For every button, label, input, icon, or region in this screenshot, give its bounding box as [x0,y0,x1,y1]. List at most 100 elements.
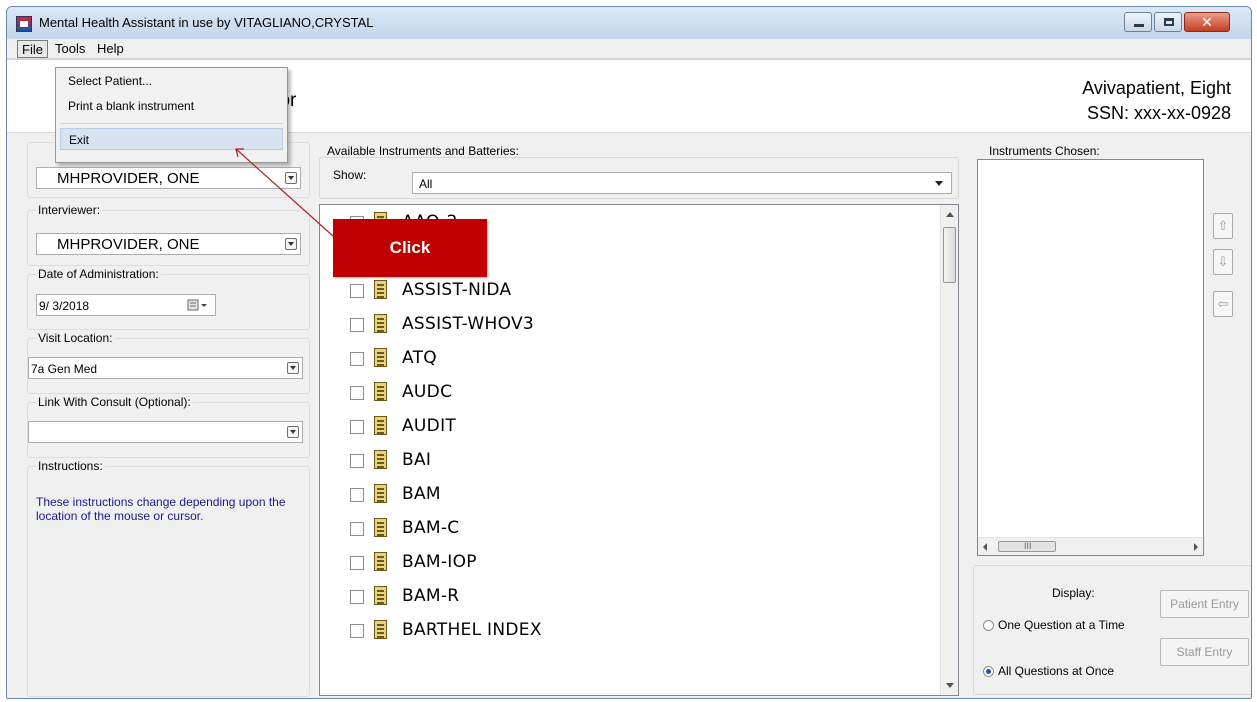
display-panel: Display: One Question at a Time All Ques… [973,565,1251,695]
visit-location-combo[interactable]: 7a Gen Med [28,357,303,379]
menu-help[interactable]: Help [93,40,128,58]
instrument-checkbox[interactable] [350,284,364,298]
vertical-scrollbar[interactable] [940,205,958,695]
scroll-right-icon[interactable] [1194,543,1198,551]
document-icon [374,552,387,571]
interviewer-group: Interviewer: MHPROVIDER, ONE [27,203,310,266]
instrument-label: AUDC [402,382,453,402]
radio-button[interactable] [983,620,994,631]
arrow-up-icon: ⇧ [1217,218,1229,233]
list-item[interactable]: BAM-C [350,515,910,545]
list-item[interactable]: BAM [350,481,910,511]
radio-one-question[interactable]: One Question at a Time [983,618,1125,632]
title-bar[interactable]: Mental Health Assistant in use by VITAGL… [7,7,1251,39]
interviewer-value: MHPROVIDER, ONE [57,236,200,253]
app-window: Mental Health Assistant in use by VITAGL… [6,6,1252,699]
date-picker[interactable]: 9/ 3/2018 [36,294,216,316]
menu-file[interactable]: File [17,40,48,58]
instrument-checkbox[interactable] [350,386,364,400]
instrument-checkbox[interactable] [350,556,364,570]
menu-item-print-blank[interactable]: Print a blank instrument [60,95,283,117]
click-callout: Click [333,219,487,277]
window-title: Mental Health Assistant in use by VITAGL… [39,15,374,30]
list-item[interactable]: ATQ [350,345,910,375]
instrument-checkbox[interactable] [350,454,364,468]
list-item[interactable]: ASSIST-NIDA [350,277,910,307]
instrument-label: AUDIT [402,416,457,436]
list-item[interactable]: BAI [350,447,910,477]
horizontal-scrollbar[interactable]: III [978,537,1203,555]
chevron-down-icon [935,181,943,186]
scroll-thumb[interactable] [943,227,956,283]
menu-separator [60,123,283,124]
chevron-down-icon[interactable] [287,362,299,374]
scroll-left-icon[interactable] [983,543,987,551]
instrument-label: ASSIST-WHOV3 [402,314,535,334]
date-label: Date of Administration: [36,267,161,281]
radio-all-questions-label: All Questions at Once [998,664,1115,678]
scroll-up-icon[interactable] [946,212,954,217]
app-icon [16,16,32,32]
minimize-icon [1134,24,1144,27]
minimize-button[interactable] [1124,12,1152,32]
instrument-checkbox[interactable] [350,318,364,332]
radio-button-selected[interactable] [983,666,994,677]
interviewer-label: Interviewer: [36,203,103,217]
menu-tools[interactable]: Tools [51,40,89,58]
menu-item-select-patient[interactable]: Select Patient... [60,70,283,92]
document-icon [374,348,387,367]
consult-combo[interactable] [28,421,303,443]
close-button[interactable]: ✕ [1184,12,1230,32]
instrument-label: ASSIST-NIDA [402,280,512,300]
scroll-grip: III [1024,541,1032,551]
ordered-by-combo[interactable]: MHPROVIDER, ONE [36,167,301,189]
radio-all-questions[interactable]: All Questions at Once [983,664,1114,678]
document-icon [374,620,387,639]
available-instruments-list[interactable]: AAQ-2AIMSASSIST-NIDAASSIST-WHOV3ATQAUDCA… [319,204,959,696]
document-icon [374,484,387,503]
document-icon [374,280,387,299]
instructions-text: These instructions change depending upon… [36,495,286,523]
close-icon: ✕ [1201,14,1213,30]
calendar-icon[interactable] [187,299,209,311]
staff-entry-button[interactable]: Staff Entry [1160,638,1249,666]
instrument-checkbox[interactable] [350,488,364,502]
date-value: 9/ 3/2018 [39,299,90,313]
list-item[interactable]: BARTHEL INDEX [350,617,910,647]
document-icon [374,586,387,605]
instrument-label: BAI [402,450,432,470]
arrow-down-icon: ⇩ [1217,254,1229,269]
visit-location-label: Visit Location: [36,331,115,345]
maximize-button[interactable] [1154,12,1182,32]
instrument-checkbox[interactable] [350,420,364,434]
chevron-down-icon[interactable] [285,238,297,250]
scroll-down-icon[interactable] [946,683,954,688]
patient-entry-button[interactable]: Patient Entry [1160,590,1249,618]
menu-item-exit[interactable]: Exit [60,128,283,150]
list-item[interactable]: ASSIST-WHOV3 [350,311,910,341]
instructions-group: Instructions: These instructions change … [27,459,310,697]
interviewer-combo[interactable]: MHPROVIDER, ONE [36,233,301,255]
chevron-down-icon[interactable] [285,172,297,184]
visit-location-value: 7a Gen Med [31,362,98,376]
instrument-label: BAM-C [402,518,460,538]
list-item[interactable]: BAM-R [350,583,910,613]
instrument-checkbox[interactable] [350,352,364,366]
available-instruments-label: Available Instruments and Batteries: [327,144,519,158]
instrument-checkbox[interactable] [350,522,364,536]
remove-instrument-button[interactable]: ⇦ [1213,291,1233,317]
file-menu-dropdown: Select Patient... Print a blank instrume… [55,67,288,163]
patient-ssn: SSN: xxx-xx-0928 [1086,103,1231,123]
show-filter-panel: Show: All [319,157,959,199]
list-item[interactable]: BAM-IOP [350,549,910,579]
list-item[interactable]: AUDIT [350,413,910,443]
instrument-checkbox[interactable] [350,590,364,604]
instrument-label: BAM-IOP [402,552,477,572]
instrument-checkbox[interactable] [350,624,364,638]
move-down-button[interactable]: ⇩ [1213,249,1233,275]
show-filter-select[interactable]: All [412,172,952,194]
instruments-chosen-list[interactable]: III [977,159,1204,556]
list-item[interactable]: AUDC [350,379,910,409]
chevron-down-icon[interactable] [287,426,299,438]
move-up-button[interactable]: ⇧ [1213,213,1233,239]
